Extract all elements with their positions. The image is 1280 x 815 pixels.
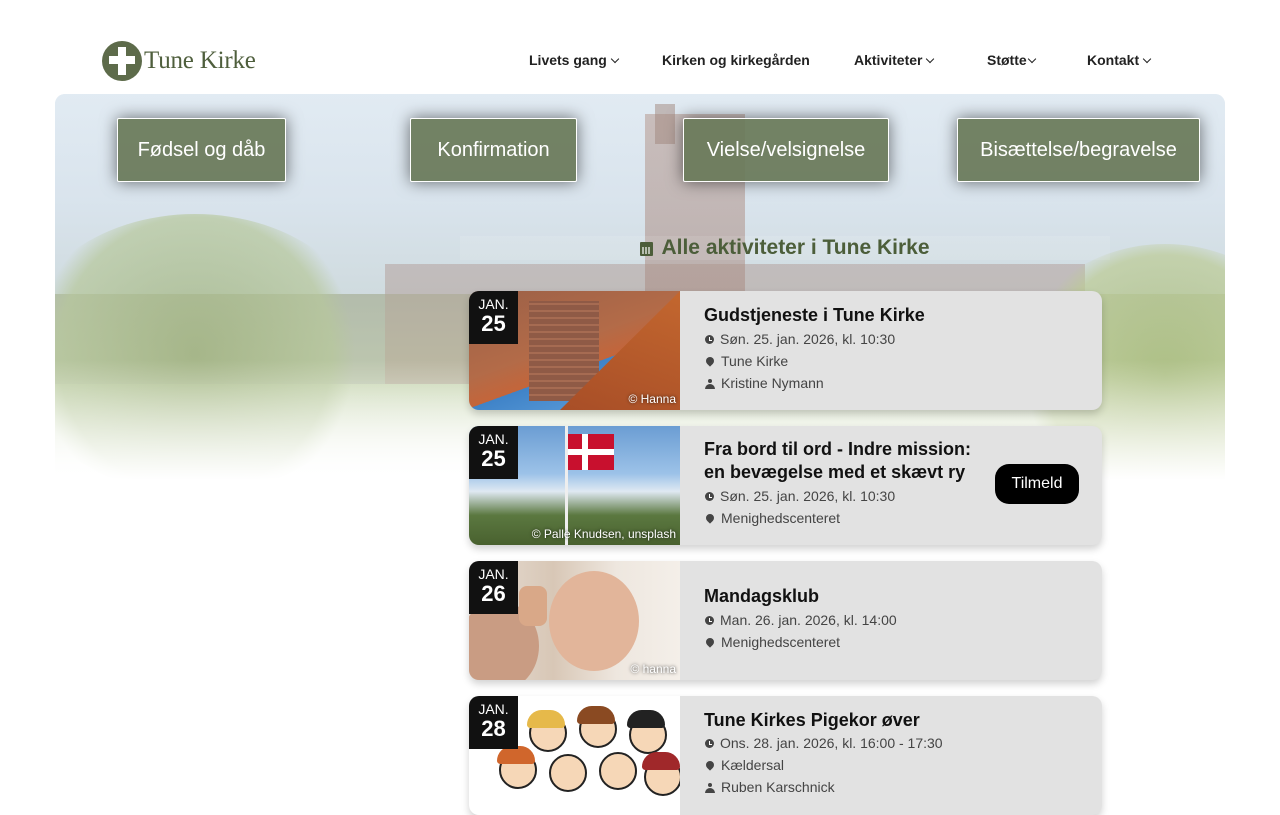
event-title[interactable]: Tune Kirkes Pigekor øver <box>704 709 920 732</box>
event-card[interactable]: © Palle Knudsen, unsplash JAN. 25 Fra bo… <box>469 426 1102 545</box>
site-header: Tune Kirke Livets gang Kirken og kirkegå… <box>0 0 1280 94</box>
event-title[interactable]: Fra bord til ord - Indre mission: en bev… <box>704 438 986 484</box>
life-event-button-bisaettelse[interactable]: Bisættelse/begravelse <box>957 118 1200 182</box>
life-event-button-vielse[interactable]: Vielse/velsignelse <box>683 118 889 182</box>
nav-item-livets-gang[interactable]: Livets gang <box>529 52 620 68</box>
nav-label: Støtte <box>987 52 1027 68</box>
event-card[interactable]: JAN. 28 Tune Kirkes Pigekor øver Ons. 28… <box>469 696 1102 815</box>
life-event-button-konfirmation[interactable]: Konfirmation <box>410 118 577 182</box>
clock-icon <box>705 492 714 501</box>
event-month: JAN. <box>478 566 509 582</box>
event-month: JAN. <box>478 431 509 447</box>
event-card[interactable]: © hanna JAN. 26 Mandagsklub Man. 26. jan… <box>469 561 1102 680</box>
event-person: Ruben Karschnick <box>704 779 835 795</box>
event-card[interactable]: © Hanna JAN. 25 Gudstjeneste i Tune Kirk… <box>469 291 1102 410</box>
signup-button[interactable]: Tilmeld <box>995 464 1079 504</box>
activities-heading-text: Alle aktiviteter i Tune Kirke <box>661 236 930 259</box>
event-location: Tune Kirke <box>704 353 788 369</box>
location-pin-icon <box>704 636 716 648</box>
clock-icon <box>705 616 714 625</box>
life-event-button-foedsel-og-daab[interactable]: Fødsel og dåb <box>117 118 286 182</box>
calendar-icon <box>640 242 654 256</box>
location-pin-icon <box>704 355 716 367</box>
nav-label: Kontakt <box>1087 52 1140 68</box>
nav-item-stoette[interactable]: Støtte <box>987 52 1036 68</box>
event-day: 28 <box>481 716 506 741</box>
chevron-down-icon <box>926 54 935 64</box>
chevron-down-icon <box>1027 54 1036 64</box>
event-month: JAN. <box>478 296 509 312</box>
clock-icon <box>705 739 714 748</box>
nav-item-aktiviteter[interactable]: Aktiviteter <box>854 52 935 68</box>
event-title[interactable]: Mandagsklub <box>704 585 819 608</box>
event-month: JAN. <box>478 701 509 717</box>
clock-icon <box>705 335 714 344</box>
event-location: Menighedscenteret <box>704 634 840 650</box>
image-credit: © hanna <box>630 662 676 676</box>
event-day: 25 <box>481 446 506 471</box>
nav-item-kirken-og-kirkegaarden[interactable]: Kirken og kirkegården <box>662 52 810 68</box>
event-time: Søn. 25. jan. 2026, kl. 10:30 <box>704 488 895 504</box>
image-credit: © Palle Knudsen, unsplash <box>531 527 676 541</box>
location-pin-icon <box>704 512 716 524</box>
event-location: Menighedscenteret <box>704 510 840 526</box>
event-time: Ons. 28. jan. 2026, kl. 16:00 - 17:30 <box>704 735 943 751</box>
event-title[interactable]: Gudstjeneste i Tune Kirke <box>704 304 925 327</box>
nav-item-kontakt[interactable]: Kontakt <box>1087 52 1152 68</box>
site-logo[interactable]: Tune Kirke <box>102 41 256 81</box>
event-person: Kristine Nymann <box>704 375 824 391</box>
event-date-badge: JAN. 25 <box>469 291 518 344</box>
person-icon <box>705 783 715 793</box>
nav-label: Aktiviteter <box>854 52 923 68</box>
location-pin-icon <box>704 759 716 771</box>
hero-church-image: Fødsel og dåb Konfirmation Vielse/velsig… <box>55 94 1225 480</box>
image-credit: © Hanna <box>628 392 676 406</box>
chevron-down-icon <box>610 54 620 64</box>
cross-logo-icon <box>102 41 142 81</box>
person-icon <box>705 379 715 389</box>
site-name: Tune Kirke <box>144 47 256 74</box>
chevron-down-icon <box>1142 54 1152 64</box>
event-date-badge: JAN. 26 <box>469 561 518 614</box>
event-time: Man. 26. jan. 2026, kl. 14:00 <box>704 612 897 628</box>
event-location: Kældersal <box>704 757 784 773</box>
event-day: 25 <box>481 311 506 336</box>
event-date-badge: JAN. 28 <box>469 696 518 749</box>
nav-label: Kirken og kirkegården <box>662 52 810 68</box>
activities-heading[interactable]: Alle aktiviteter i Tune Kirke <box>460 236 1110 260</box>
event-date-badge: JAN. 25 <box>469 426 518 479</box>
event-day: 26 <box>481 581 506 606</box>
nav-label: Livets gang <box>529 52 607 68</box>
event-time: Søn. 25. jan. 2026, kl. 10:30 <box>704 331 895 347</box>
